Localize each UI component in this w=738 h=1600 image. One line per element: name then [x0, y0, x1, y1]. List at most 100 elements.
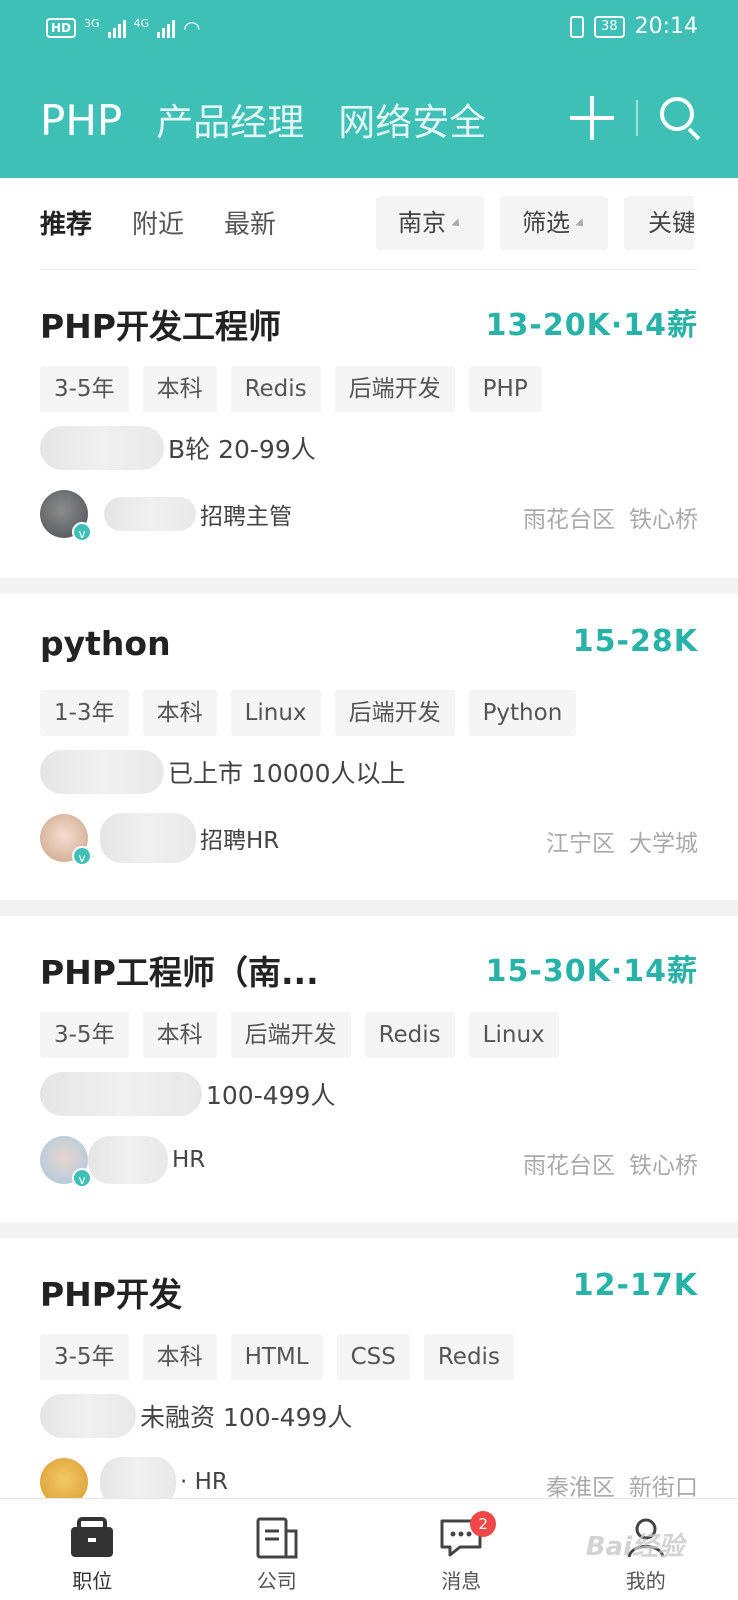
dropdown-arrow-icon [575, 218, 587, 230]
company-stage-size: 未融资 100-499人 [140, 1403, 353, 1432]
job-tag: HTML [230, 1334, 323, 1380]
job-title: PHP开发工程师 [40, 307, 281, 346]
job-tag: Linux [230, 690, 321, 736]
job-title: python [40, 624, 171, 663]
avatar: v [40, 814, 92, 866]
company-stage-size: 已上市 10000人以上 [168, 759, 406, 788]
plus-icon[interactable] [570, 96, 614, 140]
job-tag: 3-5年 [40, 366, 129, 412]
vibrate-icon [570, 15, 585, 38]
verified-icon: v [72, 1168, 92, 1188]
keyword-dropdown[interactable]: 关键 [624, 196, 694, 250]
sort-nearby[interactable]: 附近 [132, 204, 184, 241]
job-tag: 3-5年 [40, 1334, 129, 1380]
battery-icon: 38 [594, 15, 625, 38]
city-dropdown[interactable]: 南京 [376, 196, 484, 250]
job-card[interactable]: PHP开发 12-17K 3-5年 本科 HTML CSS Redis 未融资 … [0, 1238, 738, 1498]
job-tag: 后端开发 [230, 1012, 351, 1058]
recruiter: v 招聘主管 [40, 488, 292, 542]
tab-product-manager[interactable]: 产品经理 [156, 92, 304, 146]
job-location: 雨花台区 铁心桥 [523, 1153, 698, 1179]
job-salary: 13-20K·14薪 [485, 308, 698, 343]
filter-bar: 推荐 附近 最新 南京 筛选 关键 [0, 178, 738, 270]
company-info: 已上市 10000人以上 [40, 750, 405, 794]
blurred-recruiter-name [88, 1136, 168, 1184]
briefcase-icon [71, 1517, 114, 1557]
blurred-recruiter-name [104, 497, 196, 531]
job-tag: 本科 [142, 690, 217, 736]
job-title: PHP工程师（南... [40, 953, 319, 992]
job-title: PHP开发 [40, 1275, 182, 1314]
job-tag: Redis [423, 1334, 514, 1380]
sort-latest[interactable]: 最新 [224, 204, 276, 241]
divider [636, 100, 638, 136]
blurred-company-name [40, 750, 164, 794]
hd-icon: HD [46, 18, 77, 38]
job-tag: 1-3年 [40, 690, 129, 736]
job-tag: Redis [364, 1012, 455, 1058]
sort-recommended[interactable]: 推荐 [40, 204, 92, 241]
recruiter: v HR [40, 1134, 206, 1188]
recruiter: v 招聘HR [40, 812, 280, 866]
job-tags: 3-5年 本科 后端开发 Redis Linux [40, 1012, 559, 1058]
recruiter-title: 招聘主管 [200, 504, 292, 530]
job-salary: 15-28K [572, 624, 698, 659]
job-salary: 15-30K·14薪 [485, 954, 698, 989]
unread-badge: 2 [470, 1511, 497, 1537]
search-icon[interactable] [660, 97, 702, 141]
job-tag: PHP [468, 366, 542, 412]
company-stage-size: B轮 20-99人 [168, 435, 316, 464]
signal-icon [107, 18, 126, 38]
avatar: v [40, 1136, 92, 1188]
blurred-recruiter-name [100, 813, 196, 863]
job-location: 江宁区 大学城 [546, 831, 698, 857]
company-stage-size: 100-499人 [206, 1081, 336, 1110]
baidu-watermark: Bai经验 [585, 1532, 684, 1562]
tab-php[interactable]: PHP [40, 96, 122, 145]
job-salary: 12-17K [572, 1268, 698, 1303]
job-card[interactable]: python 15-28K 1-3年 本科 Linux 后端开发 Python … [0, 594, 738, 900]
avatar [40, 1458, 88, 1498]
company-info: B轮 20-99人 [40, 426, 316, 470]
job-tag: 本科 [142, 1012, 217, 1058]
blurred-company-name [40, 1394, 136, 1438]
job-tag: 后端开发 [334, 690, 455, 736]
nav-company[interactable]: 公司 [185, 1499, 370, 1600]
job-location: 雨花台区 铁心桥 [523, 507, 698, 533]
category-tabs: PHP 产品经理 网络安全 [40, 92, 486, 146]
job-tag: Linux [468, 1012, 559, 1058]
job-tag: Python [468, 690, 577, 736]
status-bar: HD 3G 4G ◠ 38 20:14 [0, 0, 738, 62]
blurred-company-name [40, 426, 164, 470]
recruiter-title: 招聘HR [200, 828, 280, 854]
wifi-icon: ◠ [183, 16, 201, 40]
verified-icon: v [72, 846, 92, 866]
blurred-recruiter-name [100, 1457, 176, 1498]
verified-icon: v [72, 522, 92, 542]
job-tags: 1-3年 本科 Linux 后端开发 Python [40, 690, 577, 736]
job-tag: 本科 [142, 366, 217, 412]
app-header: HD 3G 4G ◠ 38 20:14 PHP 产品经理 网络安全 [0, 0, 738, 178]
recruiter: · HR [40, 1456, 228, 1498]
filter-dropdown[interactable]: 筛选 [500, 196, 608, 250]
tab-network-security[interactable]: 网络安全 [338, 92, 486, 146]
job-location: 秦淮区 新街口 [546, 1475, 698, 1498]
building-icon [256, 1517, 298, 1559]
recruiter-title: HR [172, 1147, 206, 1173]
nav-jobs[interactable]: 职位 [0, 1499, 185, 1600]
job-card[interactable]: PHP工程师（南... 15-30K·14薪 3-5年 本科 后端开发 Redi… [0, 916, 738, 1222]
sim2-label: 4G [133, 16, 150, 30]
company-info: 未融资 100-499人 [40, 1394, 352, 1438]
job-card[interactable]: PHP开发工程师 13-20K·14薪 3-5年 本科 Redis 后端开发 P… [0, 270, 738, 578]
dropdown-arrow-icon [451, 218, 463, 230]
job-tag: Redis [230, 366, 321, 412]
job-tag: 后端开发 [334, 366, 455, 412]
nav-messages[interactable]: 2 消息 [369, 1499, 554, 1600]
job-tag: CSS [336, 1334, 410, 1380]
job-tags: 3-5年 本科 HTML CSS Redis [40, 1334, 514, 1380]
signal-icon [157, 18, 176, 38]
company-info: 100-499人 [40, 1072, 335, 1116]
job-tag: 3-5年 [40, 1012, 129, 1058]
clock: 20:14 [634, 14, 698, 39]
avatar: v [40, 490, 92, 542]
